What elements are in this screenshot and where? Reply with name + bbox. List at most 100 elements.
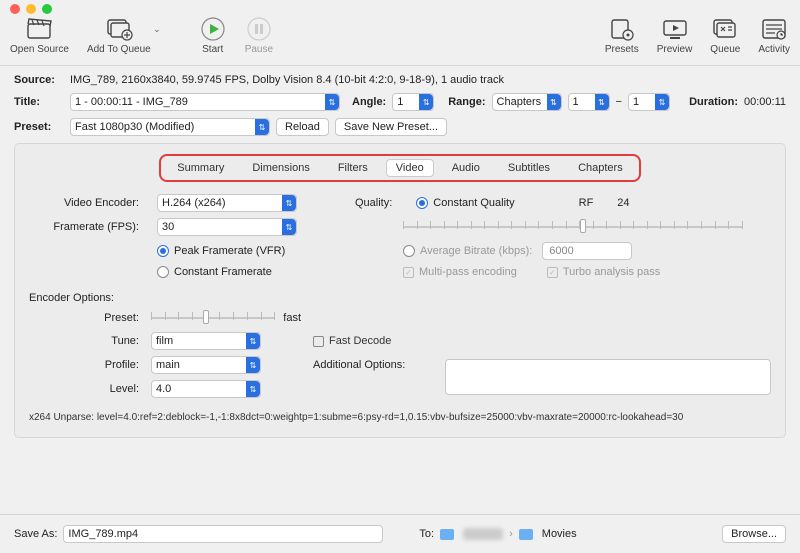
tab-dimensions[interactable]: Dimensions xyxy=(242,159,319,177)
enc-preset-slider[interactable] xyxy=(151,310,275,326)
profile-select[interactable]: main⇅ xyxy=(151,356,261,374)
average-bitrate-radio[interactable]: Average Bitrate (kbps): xyxy=(403,245,532,257)
preset-label: Preset: xyxy=(14,121,64,133)
duration-value: 00:00:11 xyxy=(744,96,786,108)
framerate-select[interactable]: 30⇅ xyxy=(157,218,297,236)
settings-tabs: Summary Dimensions Filters Video Audio S… xyxy=(159,154,640,182)
to-label: To: xyxy=(419,528,434,540)
activity-label: Activity xyxy=(758,44,790,55)
queue-icon xyxy=(711,16,739,42)
tab-summary[interactable]: Summary xyxy=(167,159,234,177)
preset-select[interactable]: Fast 1080p30 (Modified)⇅ xyxy=(70,118,270,136)
presets-button[interactable]: Presets xyxy=(605,16,639,55)
constant-quality-radio[interactable]: Constant Quality xyxy=(416,197,514,209)
add-to-queue-label: Add To Queue xyxy=(87,44,151,55)
fast-decode-checkbox[interactable]: Fast Decode xyxy=(313,335,433,347)
duration-label: Duration: xyxy=(689,96,738,108)
path-separator: › xyxy=(509,528,513,540)
rf-label: RF xyxy=(579,197,594,209)
start-label: Start xyxy=(202,44,223,55)
level-select[interactable]: 4.0⇅ xyxy=(151,380,261,398)
save-new-preset-button[interactable]: Save New Preset... xyxy=(335,118,447,136)
updown-icon: ⇅ xyxy=(246,381,260,397)
range-label: Range: xyxy=(448,96,485,108)
peak-framerate-radio[interactable]: Peak Framerate (VFR) xyxy=(157,245,337,257)
updown-icon: ⇅ xyxy=(419,94,433,110)
tab-subtitles[interactable]: Subtitles xyxy=(498,159,560,177)
range-from-select[interactable]: 1⇅ xyxy=(568,93,610,111)
tune-select[interactable]: film⇅ xyxy=(151,332,261,350)
start-button[interactable]: Start xyxy=(199,16,227,55)
pause-button: Pause xyxy=(245,16,273,55)
video-encoder-select[interactable]: H.264 (x264)⇅ xyxy=(157,194,297,212)
updown-icon: ⇅ xyxy=(282,195,296,211)
updown-icon: ⇅ xyxy=(282,219,296,235)
pause-label: Pause xyxy=(245,44,273,55)
encoder-options-label: Encoder Options: xyxy=(29,292,771,304)
x264-unparse-line: x264 Unparse: level=4.0:ref=2:deblock=-1… xyxy=(29,412,771,423)
activity-icon xyxy=(760,16,788,42)
queue-add-icon xyxy=(105,16,133,42)
open-source-label: Open Source xyxy=(10,44,69,55)
queue-label: Queue xyxy=(710,44,740,55)
updown-icon: ⇅ xyxy=(595,94,609,110)
tab-filters[interactable]: Filters xyxy=(328,159,378,177)
settings-panel: Summary Dimensions Filters Video Audio S… xyxy=(14,143,786,438)
redacted-path xyxy=(463,528,503,540)
reload-button[interactable]: Reload xyxy=(276,118,329,136)
tune-label: Tune: xyxy=(29,335,139,347)
title-select[interactable]: 1 - 00:00:11 - IMG_789⇅ xyxy=(70,93,340,111)
rf-value: 24 xyxy=(617,197,629,209)
queue-button[interactable]: Queue xyxy=(710,16,740,55)
to-folder: Movies xyxy=(542,528,577,540)
preview-label: Preview xyxy=(657,44,693,55)
updown-icon: ⇅ xyxy=(246,333,260,349)
source-value: IMG_789, 2160x3840, 59.9745 FPS, Dolby V… xyxy=(70,74,504,86)
multipass-checkbox: ✓Multi-pass encoding xyxy=(403,266,517,278)
enc-preset-label: Preset: xyxy=(29,312,139,324)
range-dash: − xyxy=(616,96,622,108)
preview-icon xyxy=(661,16,689,42)
clapperboard-icon xyxy=(25,16,53,42)
folder-icon xyxy=(519,529,533,540)
preview-button[interactable]: Preview xyxy=(657,16,693,55)
level-label: Level: xyxy=(29,383,139,395)
window-minimize[interactable] xyxy=(26,4,36,14)
additional-options-label: Additional Options: xyxy=(313,359,433,371)
window-close[interactable] xyxy=(10,4,20,14)
presets-icon xyxy=(608,16,636,42)
activity-button[interactable]: Activity xyxy=(758,16,790,55)
quality-slider[interactable] xyxy=(403,219,743,235)
tab-audio[interactable]: Audio xyxy=(442,159,490,177)
save-as-label: Save As: xyxy=(14,528,57,540)
framerate-label: Framerate (FPS): xyxy=(29,221,139,233)
open-source-button[interactable]: Open Source xyxy=(10,16,69,55)
turbo-checkbox: ✓Turbo analysis pass xyxy=(547,266,660,278)
updown-icon: ⇅ xyxy=(655,94,669,110)
angle-select[interactable]: 1⇅ xyxy=(392,93,434,111)
tab-video[interactable]: Video xyxy=(386,159,434,177)
title-label: Title: xyxy=(14,96,64,108)
add-to-queue-button[interactable]: ⌄ Add To Queue xyxy=(87,16,151,55)
enc-preset-value: fast xyxy=(283,312,301,324)
constant-framerate-radio[interactable]: Constant Framerate xyxy=(157,266,337,278)
tab-chapters[interactable]: Chapters xyxy=(568,159,633,177)
angle-label: Angle: xyxy=(352,96,386,108)
video-encoder-label: Video Encoder: xyxy=(29,197,139,209)
updown-icon: ⇅ xyxy=(547,94,561,110)
updown-icon: ⇅ xyxy=(246,357,260,373)
browse-button[interactable]: Browse... xyxy=(722,525,786,543)
save-as-input[interactable]: IMG_789.mp4 xyxy=(63,525,383,543)
additional-options-input[interactable] xyxy=(445,359,771,395)
folder-icon xyxy=(440,529,454,540)
pause-icon xyxy=(245,16,273,42)
range-to-select[interactable]: 1⇅ xyxy=(628,93,670,111)
presets-label: Presets xyxy=(605,44,639,55)
source-label: Source: xyxy=(14,74,64,86)
window-zoom[interactable] xyxy=(42,4,52,14)
play-icon xyxy=(199,16,227,42)
bitrate-input: 6000 xyxy=(542,242,632,260)
range-type-select[interactable]: Chapters⇅ xyxy=(492,93,562,111)
profile-label: Profile: xyxy=(29,359,139,371)
chevron-down-icon[interactable]: ⌄ xyxy=(153,24,161,35)
